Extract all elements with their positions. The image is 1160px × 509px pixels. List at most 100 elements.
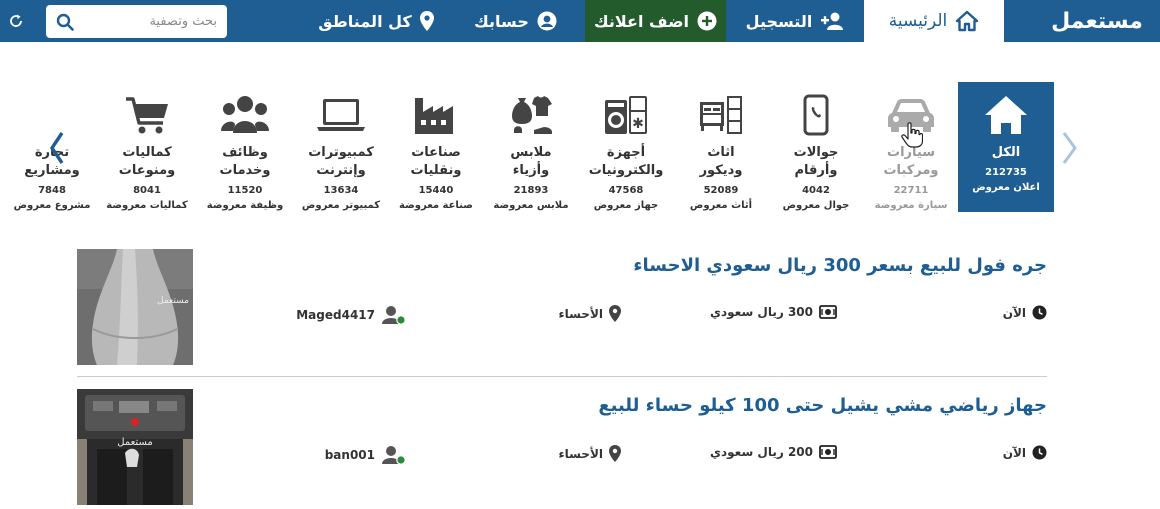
nav-register-label: التسجيل	[745, 11, 813, 31]
category-label: كمبيوتر معروض	[301, 200, 381, 211]
add-user-icon	[821, 12, 844, 30]
category-label: جوال معروض	[782, 200, 850, 211]
nav-account[interactable]: حسابك	[446, 0, 585, 42]
listing-title[interactable]: جهاز رياضي مشي يشيل حتى 100 كيلو حساء لل…	[598, 395, 1047, 416]
cart-icon	[126, 97, 168, 134]
chevron-right-icon	[1062, 132, 1077, 164]
map-pin-icon	[609, 305, 621, 322]
nav-regions-label: كل المناطق	[318, 11, 412, 31]
plus-circle-icon	[697, 11, 717, 31]
carousel-next-button[interactable]	[1058, 128, 1080, 168]
category-cars[interactable]: سيارات ومركبات 22711 سيارة معروضة	[863, 82, 959, 212]
category-count: 52089	[703, 185, 739, 196]
category-name: وظائف وخدمات	[219, 145, 271, 178]
category-label: أثاث معروض	[689, 200, 753, 211]
search-icon[interactable]	[56, 13, 74, 31]
listing-card: جهاز رياضي مشي يشيل حتى 100 كيلو حساء لل…	[77, 389, 1047, 507]
category-all[interactable]: الكل 212735 اعلان معروض	[958, 82, 1054, 212]
nav-register[interactable]: التسجيل	[726, 0, 864, 42]
nav-regions[interactable]: كل المناطق	[306, 0, 446, 42]
watermark-text: مستعمل	[117, 437, 152, 448]
home-icon	[956, 10, 979, 32]
listing-location-text: الأحساء	[558, 446, 603, 461]
clock-icon	[1032, 445, 1047, 460]
mobile-icon	[803, 94, 829, 136]
refresh-button[interactable]	[0, 0, 32, 42]
user-circle-icon	[537, 11, 557, 31]
listing-thumbnail[interactable]: مستعمل	[77, 389, 193, 505]
category-name: أجهزة والكترونيات	[588, 145, 664, 178]
listing-card: جره فول للبيع بسعر 300 ريال سعودي الاحسا…	[77, 249, 1047, 367]
nav-account-label: حسابك	[474, 11, 529, 31]
category-name: كماليات ومنوعات	[118, 145, 176, 178]
money-icon	[819, 305, 837, 319]
watermark-text: مستعمل	[157, 296, 189, 306]
listing-price: 200 ريال سعودي	[710, 445, 837, 459]
factory-icon	[415, 98, 453, 134]
listing-image: مستعمل	[77, 389, 193, 505]
category-computers[interactable]: كمبيوترات وإنترنت 13634 كمبيوتر معروض	[293, 82, 389, 212]
category-count: 8041	[133, 185, 161, 196]
logo-text: مستعمل	[1051, 8, 1144, 34]
category-label: كماليات معروضة	[106, 200, 188, 211]
money-icon	[819, 445, 837, 459]
category-clothes[interactable]: ملابس وأزياء 21893 ملابس معروضة	[483, 82, 579, 212]
category-jobs[interactable]: وظائف وخدمات 11520 وظيفة معروضة	[197, 82, 293, 212]
category-industries[interactable]: صناعات ونقليات 15440 صناعة معروضة	[388, 82, 484, 212]
listing-image: مستعمل	[77, 249, 193, 365]
category-accessories[interactable]: كماليات ومنوعات 8041 كماليات معروضة	[99, 82, 195, 212]
category-label: سيارة معروضة	[874, 200, 948, 211]
category-name: سيارات ومركبات	[883, 145, 939, 178]
category-count: 4042	[802, 185, 830, 196]
category-label: اعلان معروض	[972, 182, 1040, 193]
clock-icon	[1032, 305, 1047, 320]
category-name: جوالات وأرقام	[793, 145, 839, 178]
category-label: وظيفة معروضة	[206, 200, 284, 211]
listing-location: الأحساء	[558, 305, 621, 322]
listing-user[interactable]: ban001	[325, 445, 407, 465]
hand-cursor-icon	[901, 122, 923, 148]
listing-user[interactable]: Maged4417	[296, 305, 407, 325]
category-count: 212735	[985, 167, 1027, 178]
listing-location: الأحساء	[558, 445, 621, 462]
user-online-icon	[382, 446, 406, 465]
appliances-icon: ✱	[605, 96, 647, 134]
nav-home-label: الرئيسية	[888, 11, 948, 31]
search-input[interactable]	[87, 8, 217, 35]
category-name: الكل	[991, 145, 1021, 160]
listing-title[interactable]: جره فول للبيع بسعر 300 ريال سعودي الاحسا…	[633, 255, 1047, 276]
listing-thumbnail[interactable]: مستعمل	[77, 249, 193, 365]
category-count: 47568	[608, 185, 644, 196]
category-appliances[interactable]: ✱ أجهزة والكترونيات 47568 جهاز معروض	[578, 82, 674, 212]
user-online-icon	[382, 306, 406, 325]
site-logo[interactable]: مستعمل	[1034, 0, 1160, 42]
clothes-icon	[512, 96, 552, 134]
listing-time: الآن	[1003, 445, 1047, 460]
category-label: مشروع معروض	[13, 200, 91, 211]
category-mobiles[interactable]: جوالات وأرقام 4042 جوال معروض	[768, 82, 864, 212]
category-count: 11520	[227, 185, 263, 196]
laptop-icon	[317, 99, 365, 131]
category-count: 15440	[418, 185, 454, 196]
top-navbar: مستعمل الرئيسية التسجيل اضف اعلانك حسابك…	[0, 0, 1160, 42]
category-name: ملابس وأزياء	[510, 145, 552, 178]
listing-user-text: Maged4417	[296, 308, 375, 322]
category-count: 13634	[323, 185, 359, 196]
listing-price-text: 300 ريال سعودي	[709, 305, 813, 319]
map-pin-icon	[609, 445, 621, 462]
listing-price-text: 200 ريال سعودي	[709, 445, 813, 459]
category-count: 21893	[513, 185, 549, 196]
carousel-prev-button[interactable]	[46, 128, 68, 168]
listing-time-text: الآن	[1002, 445, 1026, 460]
people-icon	[221, 96, 269, 133]
nav-add-ad-label: اضف اعلانك	[593, 11, 690, 31]
category-furniture[interactable]: اثاث وديكور 52089 أثاث معروض	[673, 82, 769, 212]
listing-user-text: ban001	[324, 448, 375, 462]
map-pin-icon	[419, 11, 434, 31]
category-label: صناعة معروضة	[399, 200, 473, 211]
category-count: 7848	[38, 185, 66, 196]
nav-home[interactable]: الرئيسية	[864, 0, 1004, 42]
listing-divider	[77, 376, 1047, 377]
nav-add-ad[interactable]: اضف اعلانك	[585, 0, 726, 42]
chevron-left-icon	[49, 132, 64, 164]
